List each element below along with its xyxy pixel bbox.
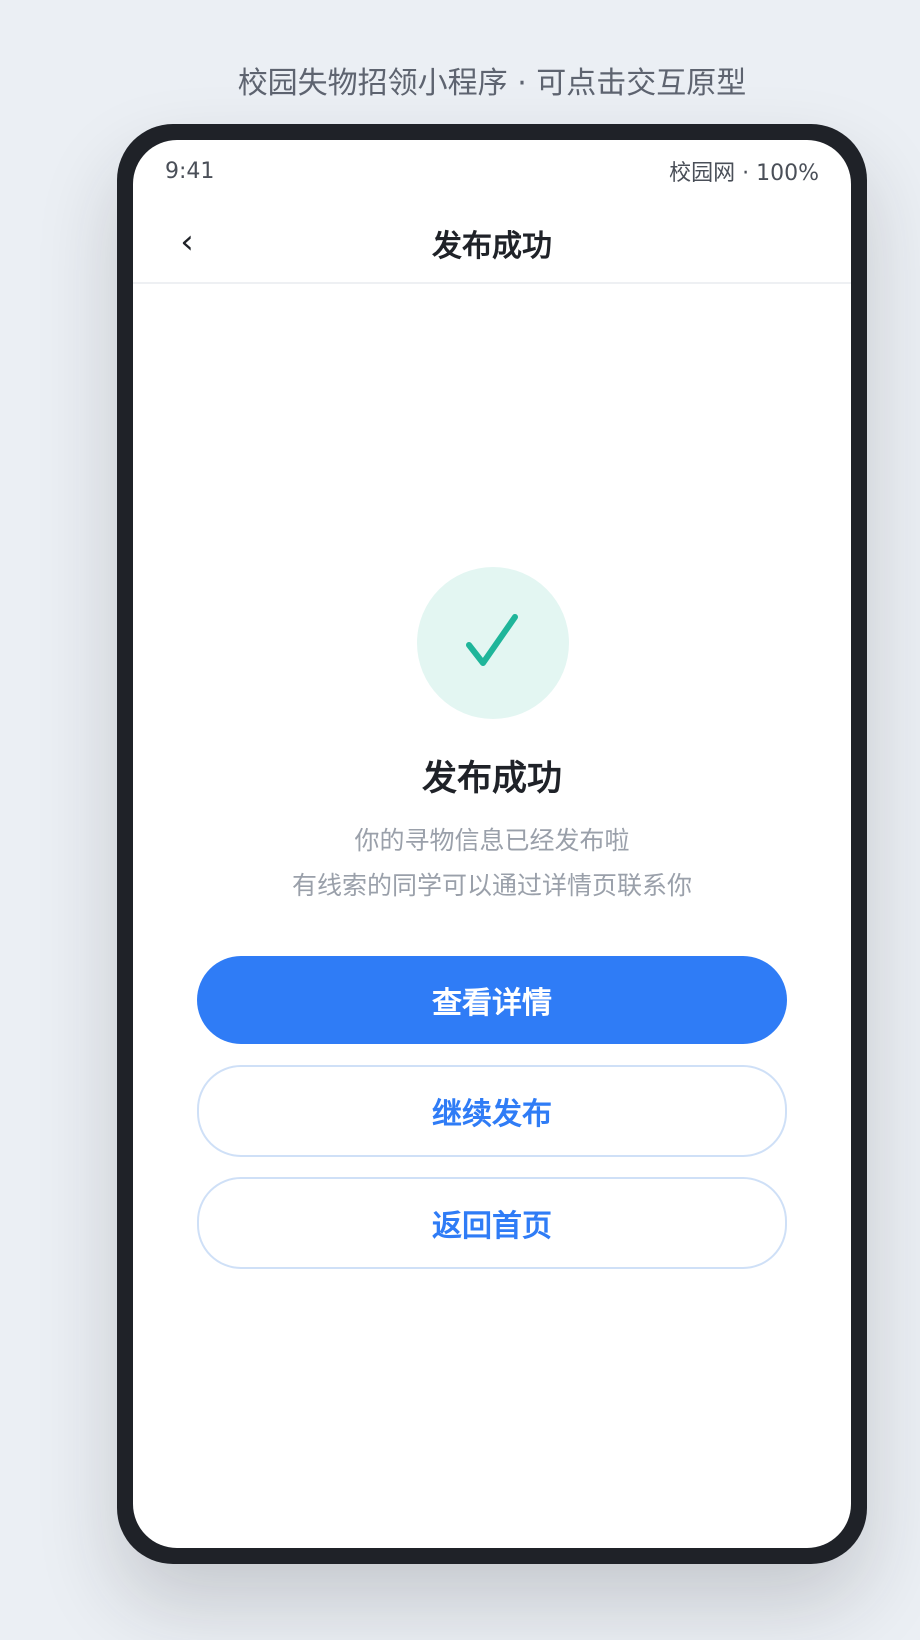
- status-network-battery: 校园网 · 100%: [669, 161, 819, 186]
- back-button[interactable]: ‹: [161, 216, 213, 268]
- view-detail-button[interactable]: 查看详情: [197, 956, 787, 1044]
- continue-publish-button[interactable]: 继续发布: [197, 1065, 787, 1157]
- nav-title: 发布成功: [432, 229, 552, 264]
- nav-bar: 发布成功 ‹: [133, 202, 851, 284]
- check-icon: [466, 614, 518, 666]
- result-title: 发布成功: [421, 759, 562, 799]
- success-badge: [417, 567, 569, 719]
- back-chevron-icon: ‹: [180, 222, 194, 262]
- phone-screen: 9:41 校园网 · 100% 发布成功 ‹ 发布成功 你的寻物信息已经发布啦 …: [133, 140, 851, 1548]
- result-description-line-1: 你的寻物信息已经发布啦: [354, 826, 630, 855]
- status-bar: 9:41 校园网 · 100%: [133, 140, 851, 202]
- phone-frame: 9:41 校园网 · 100% 发布成功 ‹ 发布成功 你的寻物信息已经发布啦 …: [117, 124, 867, 1564]
- result-description-line-2: 有线索的同学可以通过详情页联系你: [291, 871, 692, 900]
- page-caption: 校园失物招领小程序 · 可点击交互原型: [237, 66, 747, 101]
- back-home-button[interactable]: 返回首页: [197, 1177, 787, 1269]
- status-time: 9:41: [165, 158, 215, 184]
